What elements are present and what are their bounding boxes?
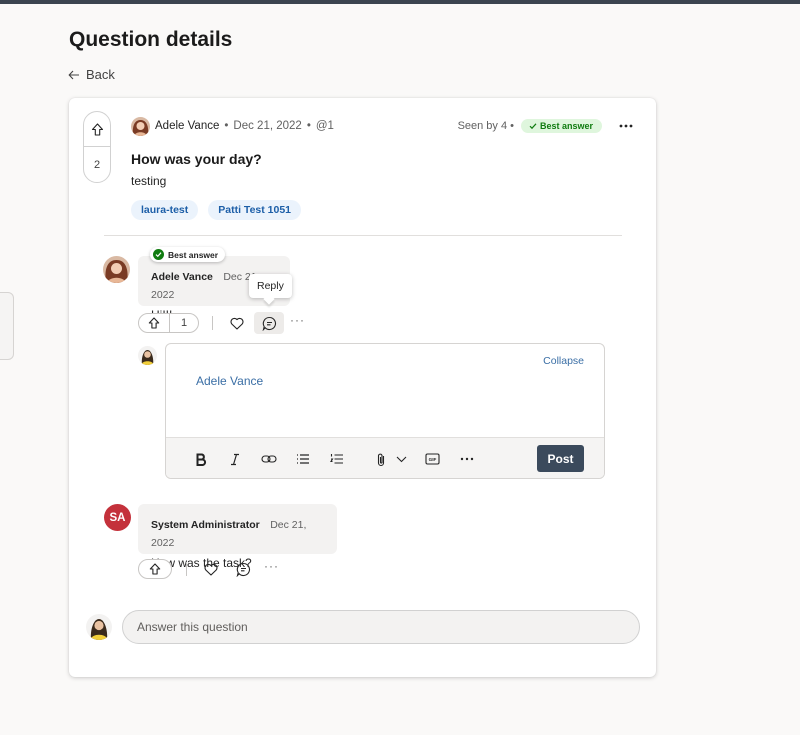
more-options-icon[interactable]: ··· [264,559,279,573]
top-bar [0,0,800,4]
arrow-up-icon [148,317,160,329]
best-answer-label: Best answer [150,247,226,262]
side-panel-handle[interactable] [0,292,14,360]
upvote-button[interactable] [139,314,169,332]
arrow-left-icon [68,70,79,79]
reply-vote-control [138,559,172,579]
current-user-avatar [138,346,157,365]
checkmark-icon [529,123,537,130]
reply-author-avatar[interactable] [103,256,130,283]
question-title: How was your day? [131,151,262,167]
separator [212,316,213,330]
vote-count: 2 [93,159,101,171]
heart-icon [204,563,218,576]
collapse-button[interactable]: Collapse [543,355,584,367]
best-answer-badge: Best answer [520,119,602,133]
more-options-button[interactable] [616,116,636,136]
more-horizontal-icon [619,124,633,128]
comment-icon [236,562,250,577]
reply-button[interactable] [232,558,254,580]
question-status: Seen by 4 • Best answer [458,116,636,136]
chevron-down-icon [396,456,406,462]
answer-input[interactable]: Answer this question [122,610,640,644]
bullet-list-icon [297,454,309,464]
attach-button[interactable] [370,448,392,470]
attach-dropdown-button[interactable] [390,448,412,470]
gif-button[interactable]: GIF [421,448,443,470]
separator [186,562,187,576]
bullet-list-button[interactable] [292,448,314,470]
paperclip-icon [377,453,385,466]
link-icon [261,455,277,463]
like-button[interactable] [200,558,222,580]
arrow-up-icon [91,122,103,136]
author-name[interactable]: Adele Vance [155,120,219,132]
question-header: Adele Vance • Dec 21, 2022 • @1 [131,116,334,136]
arrow-up-icon [149,563,161,575]
italic-icon [231,453,239,465]
svg-text:GIF: GIF [428,457,436,462]
comment-icon [262,316,276,331]
like-button[interactable] [226,312,248,334]
upvote-button[interactable] [139,560,171,578]
question-date: Dec 21, 2022 [233,120,302,132]
question-vote-control: 2 [83,111,111,183]
checkmark-circle-icon [153,249,164,260]
page-title: Question details [69,28,233,51]
reply-author[interactable]: System Administrator [151,519,260,531]
more-options-icon[interactable]: ··· [290,313,305,327]
reply-bubble: System Administrator Dec 21, 2022 How wa… [138,504,337,570]
seen-by[interactable]: Seen by 4 [458,120,508,132]
more-horizontal-icon [460,457,474,461]
italic-button[interactable] [224,448,246,470]
author-avatar[interactable] [131,116,150,136]
tag[interactable]: Patti Test 1051 [208,200,302,220]
back-label: Back [86,67,115,82]
question-body: testing [131,174,167,188]
post-button[interactable]: Post [537,445,584,472]
reply-author[interactable]: Adele Vance [151,271,213,283]
tag-list: laura-test Patti Test 1051 [131,200,302,220]
vote-count: 1 [169,314,198,332]
reply-button[interactable] [254,312,284,334]
mention-count: @1 [315,120,334,132]
reply-author-avatar[interactable]: SA [104,504,131,531]
reply-tooltip: Reply [249,274,292,298]
heart-icon [230,317,244,330]
bold-icon [196,453,207,466]
bold-button[interactable] [190,448,212,470]
more-formatting-button[interactable] [456,448,478,470]
question-card: 2 Adele Vance • Dec 21, 2022 • @1 Seen b… [69,98,656,677]
link-button[interactable] [258,448,280,470]
current-user-avatar [86,614,112,640]
mention-chip[interactable]: Adele Vance [196,374,263,388]
tag[interactable]: laura-test [131,200,199,220]
editor-toolbar: GIF Post [166,437,604,478]
upvote-button[interactable] [84,112,110,147]
numbered-list-icon [330,454,343,464]
back-link[interactable]: Back [68,67,115,82]
divider [104,235,622,236]
numbered-list-button[interactable] [326,448,348,470]
reply-editor: Collapse Adele Vance GIF Post [165,343,605,479]
gif-icon: GIF [424,453,440,465]
reply-vote-control: 1 [138,313,199,333]
